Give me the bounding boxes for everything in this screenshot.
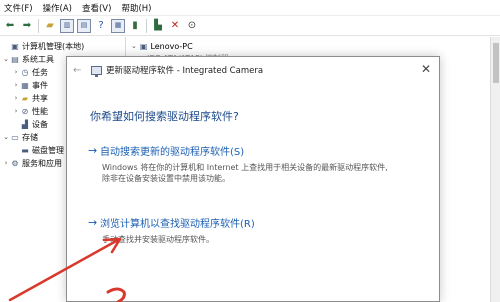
menu-bar: 文件(F) 操作(A) 查看(V) 帮助(H): [0, 0, 500, 16]
browse-computer-desc: 手动查找并安装驱动程序软件。: [102, 235, 214, 244]
device-manager-icon: ▟: [21, 119, 29, 129]
scrollbar[interactable]: [490, 37, 500, 302]
chevron-down-icon: ⌄: [131, 42, 137, 50]
tree-root[interactable]: ▣ 计算机管理(本地): [2, 40, 84, 52]
disk-icon: ▬: [21, 145, 29, 155]
tree-item-device-manager[interactable]: ▟ 设备: [12, 118, 48, 130]
back-arrow-icon[interactable]: ←: [73, 65, 87, 76]
auto-search-desc-line1: Windows 将在你的计算机和 Internet 上查找用于相关设备的最新驱动…: [102, 163, 388, 172]
scrollbar-thumb[interactable]: [493, 43, 499, 83]
menu-help[interactable]: 帮助(H): [121, 2, 151, 14]
computer-icon: ▣: [139, 41, 148, 51]
tree-disk-management[interactable]: ▬ 磁盘管理: [12, 144, 64, 156]
services-icon: ⚙: [11, 158, 19, 168]
device-root[interactable]: ⌄ ▣ Lenovo-PC: [131, 40, 193, 52]
back-arrow-icon[interactable]: ⬅: [3, 19, 17, 33]
tree-services-apps[interactable]: › ⚙ 服务和应用: [2, 157, 62, 169]
menu-view[interactable]: 查看(V): [82, 2, 111, 14]
download-icon[interactable]: ⊙: [185, 19, 199, 33]
computer-icon: ▣: [11, 41, 19, 51]
dialog-titlebar: ← 更新驱动程序软件 - Integrated Camera: [67, 57, 439, 83]
arrow-right-icon: →: [88, 144, 98, 157]
device-icon[interactable]: ▙: [151, 19, 165, 33]
remove-x-icon[interactable]: ✕: [168, 19, 182, 33]
tree-storage[interactable]: ⌄ ▭ 存储: [2, 131, 38, 143]
chevron-right-icon: ›: [14, 107, 18, 115]
clock-icon: ◷: [21, 67, 29, 77]
tools-icon: ▤: [11, 54, 19, 64]
browse-computer-option[interactable]: → 浏览计算机以查找驱动程序软件(R) 手动查找并安装驱动程序软件。: [88, 215, 408, 245]
chevron-right-icon: ›: [14, 68, 18, 76]
menu-action[interactable]: 操作(A): [43, 2, 72, 14]
storage-icon: ▭: [11, 132, 19, 142]
dialog-question: 你希望如何搜索驱动程序软件?: [90, 110, 239, 123]
toolbar-separator: [146, 18, 147, 33]
refresh-icon[interactable]: ▦: [111, 18, 125, 33]
toolbar: ⬅ ➡ ▰ ▥ ▤ ? ▦ ▮ ▙ ✕ ⊙: [0, 16, 500, 36]
auto-search-label: 自动搜索更新的驱动程序软件(S): [100, 147, 245, 158]
chevron-right-icon: ›: [14, 81, 18, 89]
browse-computer-label: 浏览计算机以查找驱动程序软件(R): [100, 219, 255, 230]
update-driver-dialog: ← 更新驱动程序软件 - Integrated Camera ✕ 你希望如何搜索…: [66, 56, 440, 302]
chevron-down-icon: ⌄: [3, 133, 9, 141]
chevron-right-icon: ›: [14, 94, 18, 102]
help-icon[interactable]: ?: [94, 19, 108, 33]
show-hide-tree-icon[interactable]: ▥: [60, 18, 74, 33]
auto-search-option[interactable]: → 自动搜索更新的驱动程序软件(S) Windows 将在你的计算机和 Inte…: [88, 143, 408, 196]
close-icon[interactable]: ✕: [421, 62, 431, 76]
properties-icon[interactable]: ▤: [77, 18, 91, 33]
dialog-title: 更新驱动程序软件 - Integrated Camera: [106, 66, 264, 76]
tree-item-task-scheduler[interactable]: › ◷ 任务: [12, 66, 48, 78]
auto-search-desc-line2: 除非在设备安装设置中禁用该功能。: [102, 174, 230, 183]
folder-icon: ▰: [21, 93, 29, 103]
forward-arrow-icon[interactable]: ➡: [20, 19, 34, 33]
scan-hardware-icon[interactable]: ▮: [128, 19, 142, 33]
event-log-icon: ▦: [21, 80, 29, 90]
performance-icon: ⊘: [21, 106, 29, 116]
device-icon: [91, 65, 102, 77]
up-folder-icon[interactable]: ▰: [43, 19, 57, 33]
tree-item-performance[interactable]: › ⊘ 性能: [12, 105, 48, 117]
chevron-right-icon: ›: [4, 159, 8, 167]
arrow-right-icon: →: [88, 216, 98, 229]
toolbar-separator: [38, 18, 39, 33]
chevron-down-icon: ⌄: [3, 55, 9, 63]
tree-system-tools[interactable]: ⌄ ▤ 系统工具: [2, 53, 54, 65]
tree-item-event-viewer[interactable]: › ▦ 事件: [12, 79, 48, 91]
menu-file[interactable]: 文件(F): [4, 2, 33, 14]
tree-item-shared-folders[interactable]: › ▰ 共享: [12, 92, 48, 104]
